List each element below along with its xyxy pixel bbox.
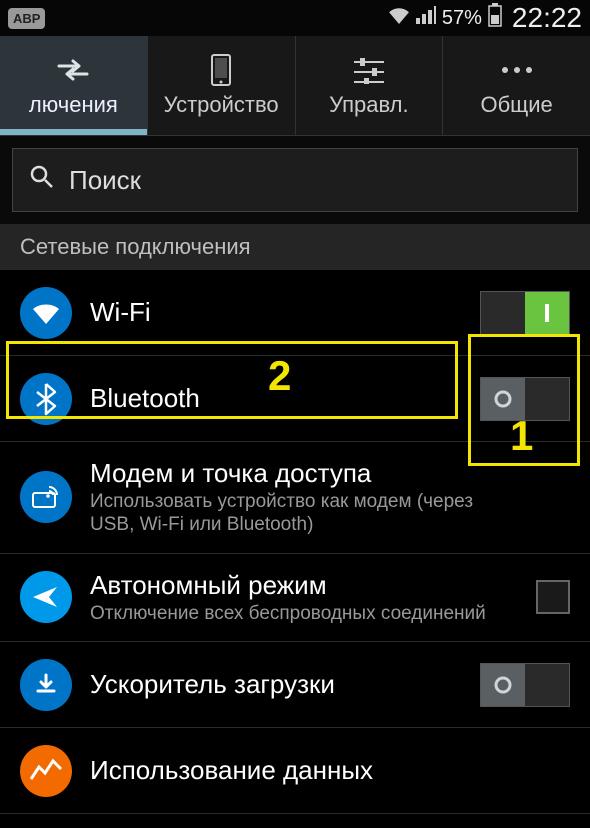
more-icon	[500, 54, 534, 86]
row-subtitle: Отключение всех беспроводных соединений	[90, 603, 510, 626]
row-subtitle: Использовать устройство как модем (через…	[90, 491, 510, 537]
row-download-booster[interactable]: Ускоритель загрузки	[0, 642, 590, 728]
cell-signal-icon	[416, 6, 436, 30]
search-placeholder: Поиск	[69, 165, 141, 196]
search-input[interactable]: Поиск	[12, 148, 578, 212]
row-title: Автономный режим	[90, 570, 518, 601]
search-icon	[29, 164, 55, 197]
connections-icon	[55, 54, 91, 86]
booster-toggle[interactable]	[480, 663, 570, 707]
tab-label: Общие	[480, 92, 552, 118]
section-network-header: Сетевые подключения	[0, 224, 590, 270]
tab-controls[interactable]: Управл.	[296, 36, 444, 135]
search-row: Поиск	[0, 136, 590, 224]
wifi-signal-icon	[388, 6, 410, 30]
tab-general[interactable]: Общие	[443, 36, 590, 135]
battery-percent: 57%	[442, 7, 482, 30]
row-bluetooth[interactable]: Bluetooth	[0, 356, 590, 442]
row-wifi[interactable]: Wi-Fi	[0, 270, 590, 356]
data-usage-icon	[20, 745, 72, 797]
row-title: Использование данных	[90, 755, 570, 786]
clock: 22:22	[512, 2, 582, 34]
row-tethering[interactable]: Модем и точка доступа Использовать устро…	[0, 442, 590, 554]
status-bar: ABP 57% 22:22	[0, 0, 590, 36]
row-title: Bluetooth	[90, 383, 462, 414]
row-airplane[interactable]: Автономный режим Отключение всех беспров…	[0, 554, 590, 643]
device-icon	[210, 54, 232, 86]
airplane-icon	[20, 571, 72, 623]
tab-label: лючения	[29, 92, 118, 118]
bluetooth-toggle[interactable]	[480, 377, 570, 421]
sliders-icon	[352, 54, 386, 86]
battery-icon	[488, 3, 502, 33]
wifi-toggle[interactable]	[480, 291, 570, 335]
settings-tabs: лючения Устройство Управл. Общие	[0, 36, 590, 136]
tab-device[interactable]: Устройство	[148, 36, 296, 135]
tab-label: Управл.	[329, 92, 409, 118]
download-booster-icon	[20, 659, 72, 711]
tab-label: Устройство	[164, 92, 279, 118]
row-title: Ускоритель загрузки	[90, 669, 462, 700]
row-title: Модем и точка доступа	[90, 458, 570, 489]
airplane-checkbox[interactable]	[536, 580, 570, 614]
abp-badge: ABP	[8, 8, 45, 29]
tab-connections[interactable]: лючения	[0, 36, 148, 135]
row-data-usage[interactable]: Использование данных	[0, 728, 590, 814]
row-title: Wi-Fi	[90, 297, 462, 328]
bluetooth-icon	[20, 373, 72, 425]
wifi-icon	[20, 287, 72, 339]
tether-icon	[20, 471, 72, 523]
